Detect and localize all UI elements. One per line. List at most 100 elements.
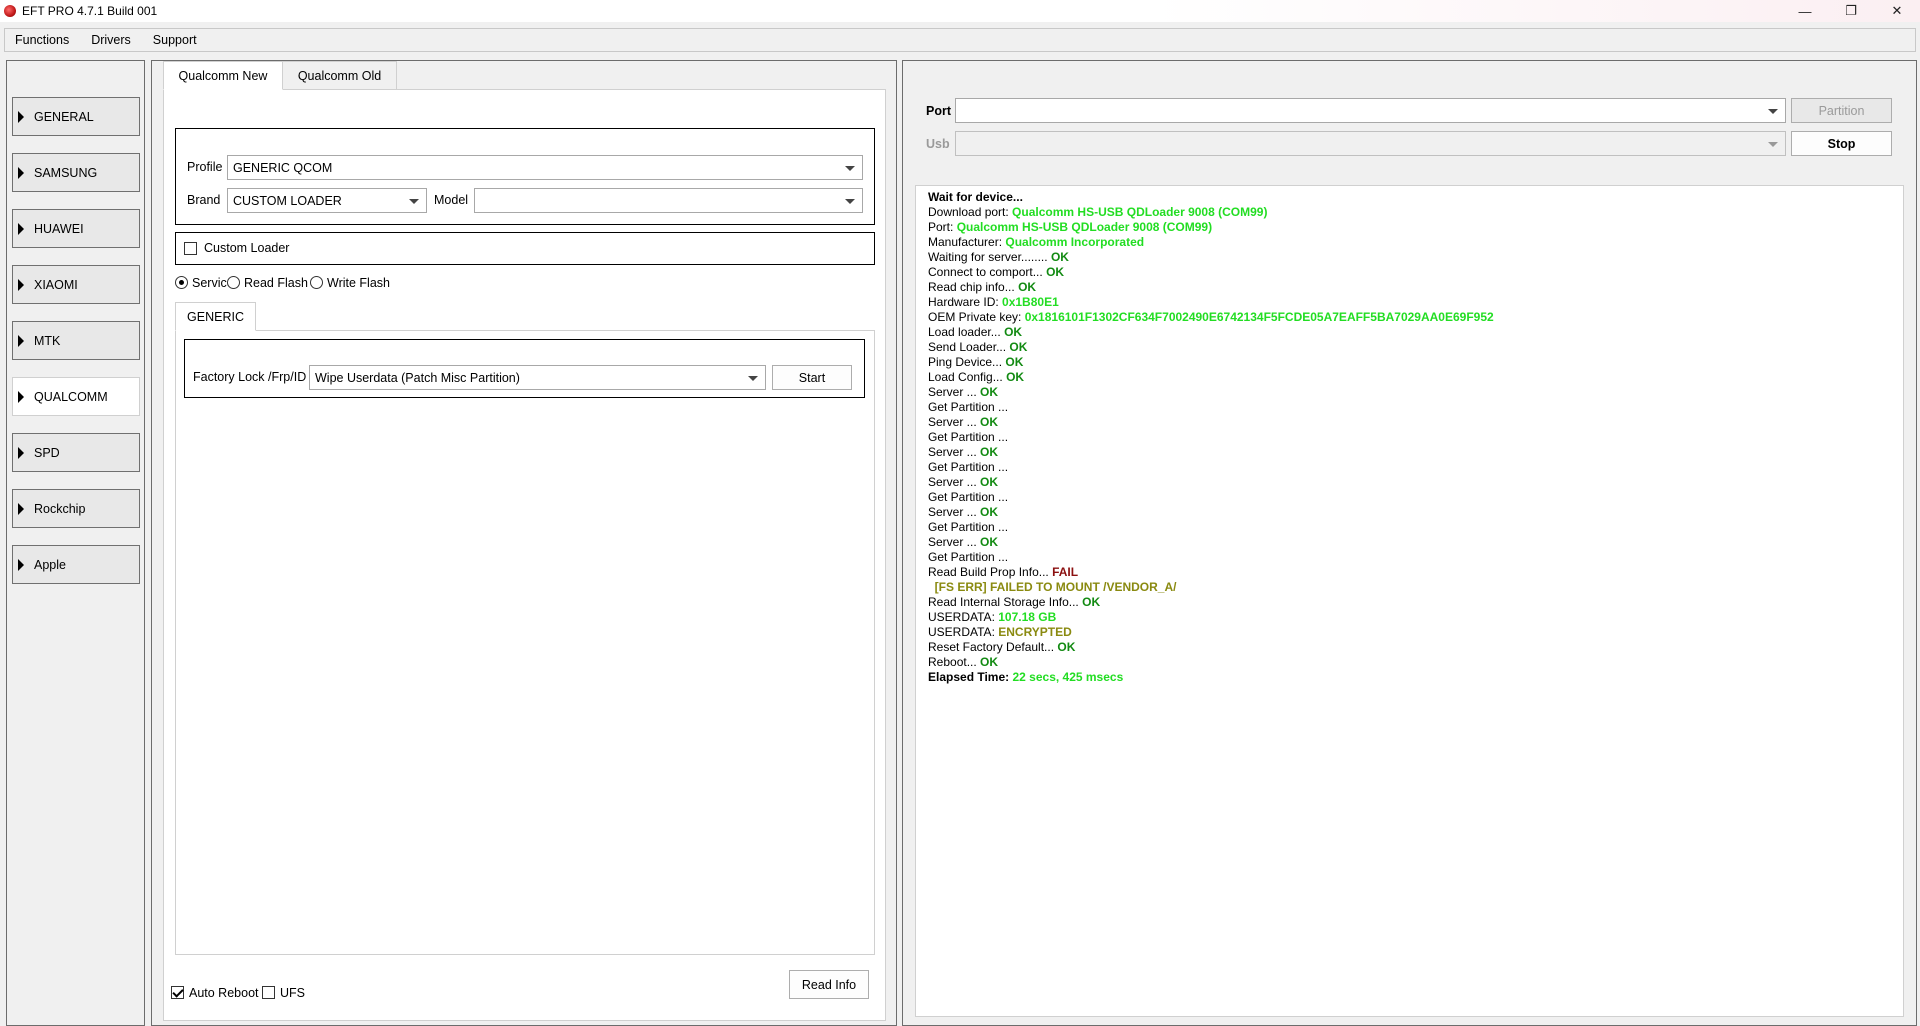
log-line-value: OK: [980, 535, 999, 549]
sidebar-item-label: MTK: [34, 333, 61, 348]
tab-qualcomm-old[interactable]: Qualcomm Old: [282, 61, 397, 90]
log-output[interactable]: Wait for device... Download port: Qualcom…: [915, 185, 1904, 1017]
log-line-value: [FS ERR] FAILED TO MOUNT /VENDOR_A/: [928, 580, 1177, 594]
window-title: EFT PRO 4.7.1 Build 001: [22, 4, 158, 18]
log-line-value: OK: [1009, 340, 1028, 354]
sidebar-item-mtk[interactable]: MTK: [12, 321, 140, 360]
log-line: Server ... OK: [928, 385, 1903, 400]
log-line-text: Wait for device...: [928, 190, 1023, 204]
log-line-value: ENCRYPTED: [998, 625, 1072, 639]
brand-select[interactable]: CUSTOM LOADER: [227, 188, 427, 213]
tab-qualcomm-new[interactable]: Qualcomm New: [163, 61, 283, 90]
log-line-text: Get Partition ...: [928, 400, 1009, 414]
log-line-text: Server ...: [928, 535, 981, 549]
chevron-down-icon: [845, 166, 855, 171]
log-line-text: Get Partition ...: [928, 430, 1009, 444]
custom-loader-checkbox[interactable]: [184, 242, 197, 255]
partition-button[interactable]: Partition: [1791, 98, 1892, 123]
sidebar-item-label: GENERAL: [34, 109, 94, 124]
maximize-button[interactable]: ❐: [1828, 0, 1874, 22]
factory-lock-select[interactable]: Wipe Userdata (Patch Misc Partition): [309, 365, 766, 390]
expand-arrow-icon: [18, 334, 24, 347]
log-line-value: OK: [1005, 355, 1024, 369]
qualcomm-panel: Qualcomm New Qualcomm Old Profile GENERI…: [151, 60, 897, 1026]
title-bar: EFT PRO 4.7.1 Build 001 — ❐ ✕: [0, 0, 1920, 22]
minimize-button[interactable]: —: [1782, 0, 1828, 22]
auto-reboot-checkbox[interactable]: [171, 986, 184, 999]
log-line: Get Partition ...: [928, 550, 1903, 565]
log-line: Waiting for server........ OK: [928, 250, 1903, 265]
log-line-text: Elapsed Time:: [928, 670, 1013, 684]
app-logo-icon: [4, 5, 16, 17]
log-line-text: Server ...: [928, 385, 981, 399]
port-select[interactable]: [955, 98, 1786, 123]
log-line-value: OK: [1046, 265, 1065, 279]
log-line-text: Get Partition ...: [928, 550, 1009, 564]
qualcomm-new-tab-body: Profile GENERIC QCOM Brand CUSTOM LOADER…: [163, 89, 886, 1021]
read-flash-label: Read Flash: [244, 276, 308, 290]
log-line-value: Qualcomm HS-USB QDLoader 9008 (COM99): [1012, 205, 1268, 219]
read-flash-radio[interactable]: [227, 276, 240, 289]
log-line-text: Hardware ID:: [928, 295, 1003, 309]
model-label: Model: [434, 193, 469, 207]
sidebar-item-label: Rockchip: [34, 501, 86, 516]
sidebar-item-spd[interactable]: SPD: [12, 433, 140, 472]
start-button[interactable]: Start: [772, 365, 852, 390]
sidebar-item-huawei[interactable]: HUAWEI: [12, 209, 140, 248]
sidebar-item-general[interactable]: GENERAL: [12, 97, 140, 136]
sidebar-item-rockchip[interactable]: Rockchip: [12, 489, 140, 528]
log-line: Load Config... OK: [928, 370, 1903, 385]
expand-arrow-icon: [18, 390, 24, 403]
log-line-text: Reboot...: [928, 655, 981, 669]
log-line-text: USERDATA:: [928, 610, 999, 624]
expand-arrow-icon: [18, 166, 24, 179]
log-line: USERDATA: ENCRYPTED: [928, 625, 1903, 640]
log-line: Reset Factory Default... OK: [928, 640, 1903, 655]
expand-arrow-icon: [18, 278, 24, 291]
log-line-text: Load loader...: [928, 325, 1005, 339]
usb-select[interactable]: [955, 131, 1786, 156]
log-line-value: 22 secs, 425 msecs: [1012, 670, 1124, 684]
log-line: Get Partition ...: [928, 490, 1903, 505]
ufs-label: UFS: [280, 986, 305, 1000]
profile-label: Profile: [187, 160, 223, 174]
log-line: Get Partition ...: [928, 460, 1903, 475]
log-line: OEM Private key: 0x1816101F1302CF634F700…: [928, 310, 1903, 325]
model-select[interactable]: [474, 188, 863, 213]
log-line: Read Internal Storage Info... OK: [928, 595, 1903, 610]
sidebar-item-label: HUAWEI: [34, 221, 84, 236]
factory-lock-value: Wipe Userdata (Patch Misc Partition): [315, 370, 520, 385]
expand-arrow-icon: [18, 110, 24, 123]
stop-button[interactable]: Stop: [1791, 131, 1892, 156]
menu-functions[interactable]: Functions: [15, 33, 69, 47]
sidebar-item-samsung[interactable]: SAMSUNG: [12, 153, 140, 192]
sidebar-item-qualcomm[interactable]: QUALCOMM: [12, 377, 140, 416]
expand-arrow-icon: [18, 222, 24, 235]
log-line-text: Read chip info...: [928, 280, 1019, 294]
log-line-value: OK: [980, 415, 999, 429]
sidebar-item-xiaomi[interactable]: XIAOMI: [12, 265, 140, 304]
menu-drivers[interactable]: Drivers: [91, 33, 131, 47]
log-line: Read chip info... OK: [928, 280, 1903, 295]
log-line-text: USERDATA:: [928, 625, 999, 639]
log-line-value: Qualcomm HS-USB QDLoader 9008 (COM99): [956, 220, 1213, 234]
log-line: Send Loader... OK: [928, 340, 1903, 355]
menu-support[interactable]: Support: [153, 33, 197, 47]
close-button[interactable]: ✕: [1874, 0, 1920, 22]
profile-select[interactable]: GENERIC QCOM: [227, 155, 863, 180]
log-line-text: OEM Private key:: [928, 310, 1025, 324]
brand-label: Brand: [187, 193, 221, 207]
log-line: Load loader... OK: [928, 325, 1903, 340]
sidebar-item-apple[interactable]: Apple: [12, 545, 140, 584]
log-line-value: 0x1B80E1: [1002, 295, 1059, 309]
service-radio[interactable]: [175, 276, 188, 289]
log-line-text: Read Internal Storage Info...: [928, 595, 1083, 609]
ufs-checkbox[interactable]: [262, 986, 275, 999]
tab-generic[interactable]: GENERIC: [175, 302, 256, 331]
log-line: Wait for device...: [928, 190, 1903, 205]
factory-lock-label: Factory Lock /Frp/ID: [193, 370, 307, 384]
read-info-button[interactable]: Read Info: [789, 970, 869, 999]
menu-bar: Functions Drivers Support: [4, 28, 1916, 52]
write-flash-radio[interactable]: [310, 276, 323, 289]
log-line: Elapsed Time: 22 secs, 425 msecs: [928, 670, 1903, 685]
